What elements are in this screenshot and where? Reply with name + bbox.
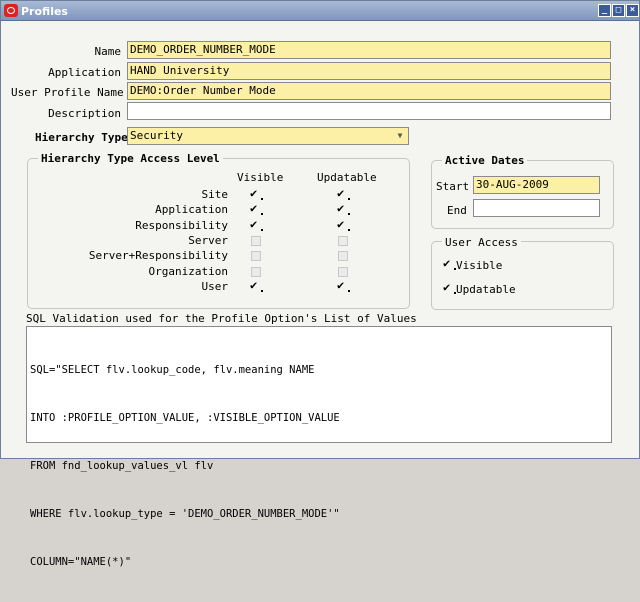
hierarchy-type-label: Hierarchy Type [35, 131, 128, 144]
visible-checkbox[interactable] [251, 267, 261, 277]
user-profile-name-label: User Profile Name [11, 86, 124, 99]
updatable-column-header: Updatable [317, 171, 377, 184]
updatable-checkbox[interactable] [338, 236, 348, 246]
sql-line: INTO :PROFILE_OPTION_VALUE, :VISIBLE_OPT… [30, 412, 340, 424]
chevron-down-icon[interactable]: ▼ [393, 129, 407, 143]
user-access-updatable-label[interactable]: Updatable [456, 283, 516, 296]
updatable-checkbox[interactable] [338, 251, 348, 261]
window-title: Profiles [21, 5, 68, 18]
user-access-group [431, 241, 614, 310]
user-access-title: User Access [442, 236, 521, 249]
user-access-updatable-checkbox[interactable] [443, 280, 456, 294]
description-field[interactable] [127, 102, 611, 120]
sql-line: FROM fnd_lookup_values_vl flv [30, 460, 214, 472]
title-bar[interactable]: Profiles _ □ × [1, 1, 639, 21]
updatable-checkbox[interactable] [337, 186, 350, 200]
visible-checkbox[interactable] [250, 186, 263, 200]
visible-checkbox[interactable] [251, 251, 261, 261]
updatable-checkbox[interactable] [338, 267, 348, 277]
end-date-field[interactable] [473, 199, 600, 217]
end-date-label: End [447, 204, 467, 217]
hierarchy-type-select[interactable]: Security ▼ [127, 127, 409, 145]
updatable-checkbox[interactable] [337, 201, 350, 215]
description-label: Description [48, 107, 121, 120]
access-level-title: Hierarchy Type Access Level [38, 152, 223, 165]
sql-line: WHERE flv.lookup_type = 'DEMO_ORDER_NUMB… [30, 508, 340, 520]
name-label: Name [94, 45, 122, 58]
close-button[interactable]: × [626, 4, 639, 17]
user-access-visible-label[interactable]: Visible [456, 259, 502, 272]
start-date-field[interactable]: 30-AUG-2009 [473, 176, 600, 194]
sql-line: SQL="SELECT flv.lookup_code, flv.meaning… [30, 364, 315, 376]
application-label: Application [48, 66, 121, 79]
access-row-label: Organization [148, 265, 228, 278]
visible-checkbox[interactable] [250, 217, 263, 231]
user-access-visible-checkbox[interactable] [443, 256, 456, 270]
application-field[interactable]: HAND University [127, 62, 611, 80]
active-dates-title: Active Dates [442, 154, 528, 167]
access-row-label: Responsibility [135, 219, 228, 232]
hierarchy-type-value: Security [130, 129, 183, 142]
updatable-checkbox[interactable] [337, 278, 350, 292]
user-profile-name-field[interactable]: DEMO:Order Number Mode [127, 82, 611, 100]
oracle-logo-icon [4, 4, 18, 17]
sql-validation-label: SQL Validation used for the Profile Opti… [26, 312, 417, 325]
profiles-window: Profiles _ □ × Name DEMO_ORDER_NUMBER_MO… [0, 0, 640, 568]
visible-column-header: Visible [237, 171, 284, 184]
name-field[interactable]: DEMO_ORDER_NUMBER_MODE [127, 41, 611, 59]
access-row-label: Application [155, 203, 228, 216]
active-dates-group [431, 160, 614, 229]
access-row-label: Server+Responsibility [88, 249, 228, 262]
maximize-button[interactable]: □ [612, 4, 625, 17]
updatable-checkbox[interactable] [337, 217, 350, 231]
sql-validation-textarea[interactable]: SQL="SELECT flv.lookup_code, flv.meaning… [26, 326, 612, 568]
access-row-label: User [201, 280, 229, 293]
access-row-label: Site [201, 188, 229, 201]
sql-line: COLUMN="NAME(*)" [30, 556, 132, 568]
visible-checkbox[interactable] [250, 278, 263, 292]
visible-checkbox[interactable] [251, 236, 261, 246]
minimize-button[interactable]: _ [598, 4, 611, 17]
access-row-label: Server [188, 234, 228, 247]
visible-checkbox[interactable] [250, 201, 263, 215]
start-date-label: Start [436, 180, 470, 193]
